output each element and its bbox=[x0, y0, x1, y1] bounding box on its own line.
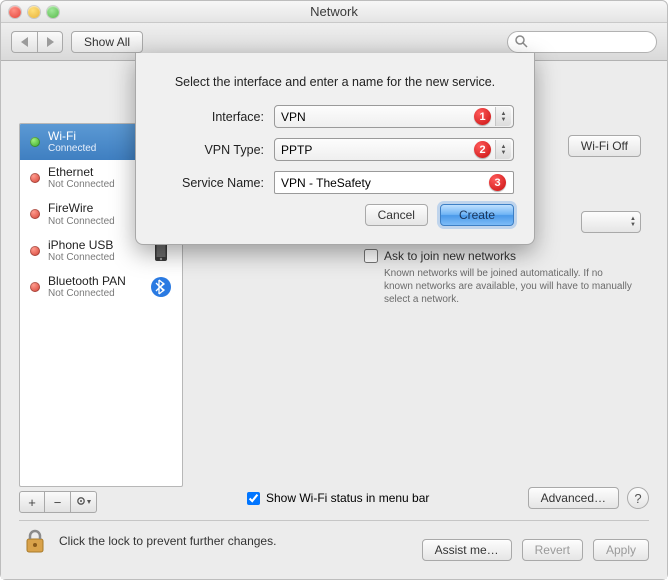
vpntype-row: VPN Type: PPTP 2 ▲▼ bbox=[156, 138, 514, 161]
service-name: FireWire bbox=[48, 202, 115, 215]
show-status-row[interactable]: Show Wi-Fi status in menu bar bbox=[247, 491, 429, 505]
service-name: iPhone USB bbox=[48, 239, 115, 252]
vpntype-select[interactable]: PPTP 2 ▲▼ bbox=[274, 138, 514, 161]
service-status: Not Connected bbox=[48, 179, 115, 190]
lock-text: Click the lock to prevent further change… bbox=[59, 534, 276, 548]
search-icon bbox=[515, 35, 528, 48]
vpntype-value: PPTP bbox=[281, 143, 312, 157]
interface-label: Interface: bbox=[156, 110, 264, 124]
search-wrap bbox=[507, 31, 657, 53]
bluetooth-icon bbox=[150, 276, 172, 298]
show-status-checkbox[interactable] bbox=[247, 492, 260, 505]
stepper-icon: ▲▼ bbox=[495, 107, 511, 126]
minimize-icon[interactable] bbox=[28, 6, 40, 18]
ask-to-join-checkbox[interactable] bbox=[364, 249, 378, 263]
vpntype-label: VPN Type: bbox=[156, 143, 264, 157]
stepper-icon: ▲▼ bbox=[495, 140, 511, 159]
network-name-popup[interactable]: ▲▼ bbox=[581, 211, 641, 233]
service-name: Bluetooth PAN bbox=[48, 275, 126, 288]
annotation-badge-2: 2 bbox=[474, 141, 491, 158]
service-name: Wi-Fi bbox=[48, 130, 96, 143]
service-name-row: Service Name: 3 bbox=[156, 171, 514, 194]
turn-wifi-off-button[interactable]: Wi-Fi Off bbox=[568, 135, 641, 157]
service-name-label: Service Name: bbox=[156, 176, 264, 190]
interface-row: Interface: VPN 1 ▲▼ bbox=[156, 105, 514, 128]
service-status: Not Connected bbox=[48, 216, 115, 227]
apply-button[interactable]: Apply bbox=[593, 539, 649, 561]
zoom-icon[interactable] bbox=[47, 6, 59, 18]
remove-service-button[interactable]: − bbox=[45, 491, 71, 513]
service-name: Ethernet bbox=[48, 166, 115, 179]
sheet-actions: Cancel Create bbox=[156, 204, 514, 226]
assist-me-button[interactable]: Assist me… bbox=[422, 539, 512, 561]
sheet-message: Select the interface and enter a name fo… bbox=[156, 75, 514, 89]
help-button[interactable]: ? bbox=[627, 487, 649, 509]
cancel-button[interactable]: Cancel bbox=[365, 204, 428, 226]
show-status-label: Show Wi-Fi status in menu bar bbox=[266, 491, 429, 505]
action-row: Assist me… Revert Apply bbox=[422, 539, 649, 561]
ask-to-join-row[interactable]: Ask to join new networks bbox=[364, 249, 516, 263]
back-button[interactable] bbox=[11, 31, 37, 53]
close-icon[interactable] bbox=[9, 6, 21, 18]
advanced-button[interactable]: Advanced… bbox=[528, 487, 619, 509]
status-dot-icon bbox=[30, 246, 40, 256]
service-name-input[interactable] bbox=[274, 171, 514, 194]
annotation-badge-1: 1 bbox=[474, 108, 491, 125]
new-service-sheet: Select the interface and enter a name fo… bbox=[135, 53, 535, 245]
service-status: Not Connected bbox=[48, 252, 115, 263]
lock-icon[interactable] bbox=[21, 527, 49, 555]
sidebar-item-bluetooth-pan[interactable]: Bluetooth PAN Not Connected bbox=[20, 269, 182, 305]
revert-button[interactable]: Revert bbox=[522, 539, 583, 561]
service-status: Not Connected bbox=[48, 288, 126, 299]
create-button[interactable]: Create bbox=[440, 204, 514, 226]
status-dot-icon bbox=[30, 137, 40, 147]
nav-buttons bbox=[11, 31, 63, 53]
window-title: Network bbox=[1, 4, 667, 19]
gear-menu-button[interactable] bbox=[71, 491, 97, 513]
status-dot-icon bbox=[30, 209, 40, 219]
ask-to-join-label: Ask to join new networks bbox=[384, 249, 516, 263]
annotation-badge-3: 3 bbox=[489, 174, 506, 191]
ask-to-join-subtext: Known networks will be joined automatica… bbox=[384, 267, 634, 306]
divider bbox=[19, 520, 649, 521]
titlebar: Network bbox=[1, 1, 667, 23]
service-status: Connected bbox=[48, 143, 96, 154]
network-prefs-window: Network Show All Wi-Fi Connected bbox=[0, 0, 668, 580]
status-dot-icon bbox=[30, 173, 40, 183]
add-service-button[interactable]: + bbox=[19, 491, 45, 513]
status-dot-icon bbox=[30, 282, 40, 292]
show-all-button[interactable]: Show All bbox=[71, 31, 143, 53]
forward-button[interactable] bbox=[37, 31, 63, 53]
sidebar-edit-buttons: + − bbox=[19, 491, 97, 513]
interface-value: VPN bbox=[281, 110, 306, 124]
lock-row: Click the lock to prevent further change… bbox=[21, 527, 276, 555]
interface-select[interactable]: VPN 1 ▲▼ bbox=[274, 105, 514, 128]
stepper-icon: ▲▼ bbox=[630, 216, 636, 228]
search-input[interactable] bbox=[507, 31, 657, 53]
traffic-lights bbox=[9, 6, 59, 18]
